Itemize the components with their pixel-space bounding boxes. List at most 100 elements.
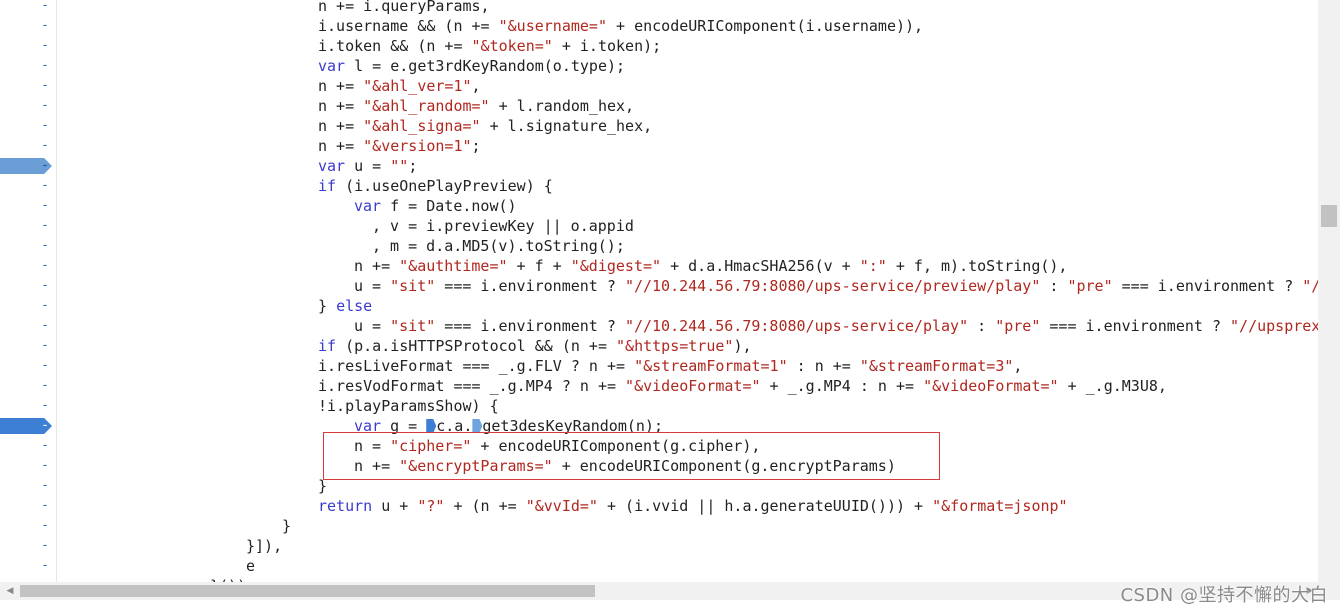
gutter-row[interactable]: -	[0, 496, 56, 516]
gutter-row[interactable]: -	[0, 176, 56, 196]
fold-marker-icon[interactable]: -	[41, 276, 49, 296]
code-line[interactable]: var g = c.a. get3desKeyRandom(n);	[354, 416, 663, 436]
fold-marker-icon[interactable]: -	[41, 76, 49, 96]
gutter-row[interactable]: -	[0, 116, 56, 136]
fold-marker-icon[interactable]: -	[41, 116, 49, 136]
fold-marker-icon[interactable]: -	[41, 376, 49, 396]
gutter-row[interactable]: -	[0, 336, 56, 356]
gutter-row[interactable]: -	[0, 276, 56, 296]
gutter-row[interactable]: -	[0, 256, 56, 276]
fold-marker-icon[interactable]: -	[41, 256, 49, 276]
gutter-row[interactable]: -	[0, 136, 56, 156]
fold-marker-icon[interactable]: -	[41, 36, 49, 56]
code-keyword: var	[354, 417, 382, 435]
fold-marker-icon[interactable]: -	[41, 516, 49, 536]
fold-marker-icon[interactable]: -	[41, 336, 49, 356]
gutter-row[interactable]: -	[0, 416, 56, 436]
fold-marker-icon[interactable]: -	[41, 56, 49, 76]
code-line[interactable]: n += i.queryParams,	[318, 0, 490, 16]
code-string: "&streamFormat=1"	[634, 357, 788, 375]
gutter-row[interactable]: -	[0, 216, 56, 236]
code-line[interactable]: var l = e.get3rdKeyRandom(o.type);	[318, 56, 625, 76]
fold-marker-icon[interactable]: -	[41, 196, 49, 216]
vertical-scroll-thumb[interactable]	[1321, 205, 1337, 227]
gutter-row[interactable]: -	[0, 536, 56, 556]
fold-marker-icon[interactable]: -	[41, 316, 49, 336]
code-editor[interactable]: ------------------------------ n += i.qu…	[0, 0, 1318, 582]
code-text: === i.environment ?	[1040, 317, 1231, 335]
fold-marker-icon[interactable]: -	[41, 496, 49, 516]
code-line[interactable]: }	[318, 476, 327, 496]
code-line[interactable]: e	[246, 556, 255, 576]
code-line[interactable]: n = "cipher=" + encodeURIComponent(g.cip…	[354, 436, 760, 456]
inline-breakpoint-icon[interactable]	[472, 419, 483, 433]
code-text: u =	[345, 157, 391, 175]
gutter-row[interactable]: -	[0, 456, 56, 476]
code-line[interactable]: u = "sit" === i.environment ? "//10.244.…	[354, 316, 1318, 336]
gutter-row[interactable]: -	[0, 316, 56, 336]
code-line[interactable]: return u + "?" + (n += "&vvId=" + (i.vvi…	[318, 496, 1068, 516]
line-gutter[interactable]: ------------------------------	[0, 0, 57, 582]
code-area[interactable]: n += i.queryParams, i.username && (n += "…	[60, 0, 1318, 582]
vertical-scrollbar[interactable]	[1318, 0, 1340, 582]
code-line[interactable]: n += "&version=1";	[318, 136, 481, 156]
gutter-row[interactable]: -	[0, 396, 56, 416]
gutter-row[interactable]: -	[0, 16, 56, 36]
fold-marker-icon[interactable]: -	[41, 156, 49, 176]
fold-marker-icon[interactable]: -	[41, 296, 49, 316]
gutter-row[interactable]: -	[0, 156, 56, 176]
fold-marker-icon[interactable]: -	[41, 416, 49, 436]
gutter-row[interactable]: -	[0, 376, 56, 396]
code-line[interactable]: u = "sit" === i.environment ? "//10.244.…	[354, 276, 1318, 296]
fold-marker-icon[interactable]: -	[41, 396, 49, 416]
horizontal-scroll-thumb[interactable]	[20, 585, 595, 597]
code-line[interactable]: if (p.a.isHTTPSProtocol && (n += "&https…	[318, 336, 752, 356]
fold-marker-icon[interactable]: -	[41, 236, 49, 256]
gutter-row[interactable]: -	[0, 56, 56, 76]
fold-marker-icon[interactable]: -	[41, 96, 49, 116]
gutter-row[interactable]: -	[0, 476, 56, 496]
code-line[interactable]: n += "&ahl_random=" + l.random_hex,	[318, 96, 634, 116]
gutter-row[interactable]: -	[0, 236, 56, 256]
code-line[interactable]: i.token && (n += "&token=" + i.token);	[318, 36, 661, 56]
gutter-row[interactable]: -	[0, 556, 56, 576]
inline-breakpoint-icon[interactable]	[426, 419, 437, 433]
code-line[interactable]: n += "&authtime=" + f + "&digest=" + d.a…	[354, 256, 1067, 276]
code-line[interactable]: var u = "";	[318, 156, 417, 176]
fold-marker-icon[interactable]: -	[41, 476, 49, 496]
gutter-row[interactable]: -	[0, 0, 56, 16]
code-line[interactable]: }]),	[246, 536, 282, 556]
fold-marker-icon[interactable]: -	[41, 536, 49, 556]
fold-marker-icon[interactable]: -	[41, 0, 49, 16]
code-line[interactable]: }	[282, 516, 291, 536]
code-line[interactable]: n += "&ahl_signa=" + l.signature_hex,	[318, 116, 652, 136]
fold-marker-icon[interactable]: -	[41, 456, 49, 476]
gutter-row[interactable]: -	[0, 36, 56, 56]
gutter-row[interactable]: -	[0, 436, 56, 456]
scroll-left-icon[interactable]: ◀	[2, 582, 18, 600]
fold-marker-icon[interactable]: -	[41, 556, 49, 576]
code-line[interactable]: , m = d.a.MD5(v).toString();	[372, 236, 625, 256]
fold-marker-icon[interactable]: -	[41, 356, 49, 376]
fold-marker-icon[interactable]: -	[41, 436, 49, 456]
fold-marker-icon[interactable]: -	[41, 136, 49, 156]
code-line[interactable]: if (i.useOnePlayPreview) {	[318, 176, 553, 196]
gutter-row[interactable]: -	[0, 96, 56, 116]
code-line[interactable]: i.resVodFormat === _.g.MP4 ? n += "&vide…	[318, 376, 1167, 396]
gutter-row[interactable]: -	[0, 516, 56, 536]
gutter-row[interactable]: -	[0, 356, 56, 376]
gutter-row[interactable]: -	[0, 296, 56, 316]
code-line[interactable]: } else	[318, 296, 372, 316]
code-line[interactable]: , v = i.previewKey || o.appid	[372, 216, 634, 236]
code-line[interactable]: !i.playParamsShow) {	[318, 396, 499, 416]
code-line[interactable]: var f = Date.now()	[354, 196, 517, 216]
code-line[interactable]: i.username && (n += "&username=" + encod…	[318, 16, 923, 36]
gutter-row[interactable]: -	[0, 76, 56, 96]
code-line[interactable]: n += "&ahl_ver=1",	[318, 76, 481, 96]
fold-marker-icon[interactable]: -	[41, 16, 49, 36]
code-line[interactable]: n += "&encryptParams=" + encodeURICompon…	[354, 456, 896, 476]
fold-marker-icon[interactable]: -	[41, 216, 49, 236]
gutter-row[interactable]: -	[0, 196, 56, 216]
code-line[interactable]: i.resLiveFormat === _.g.FLV ? n += "&str…	[318, 356, 1022, 376]
fold-marker-icon[interactable]: -	[41, 176, 49, 196]
